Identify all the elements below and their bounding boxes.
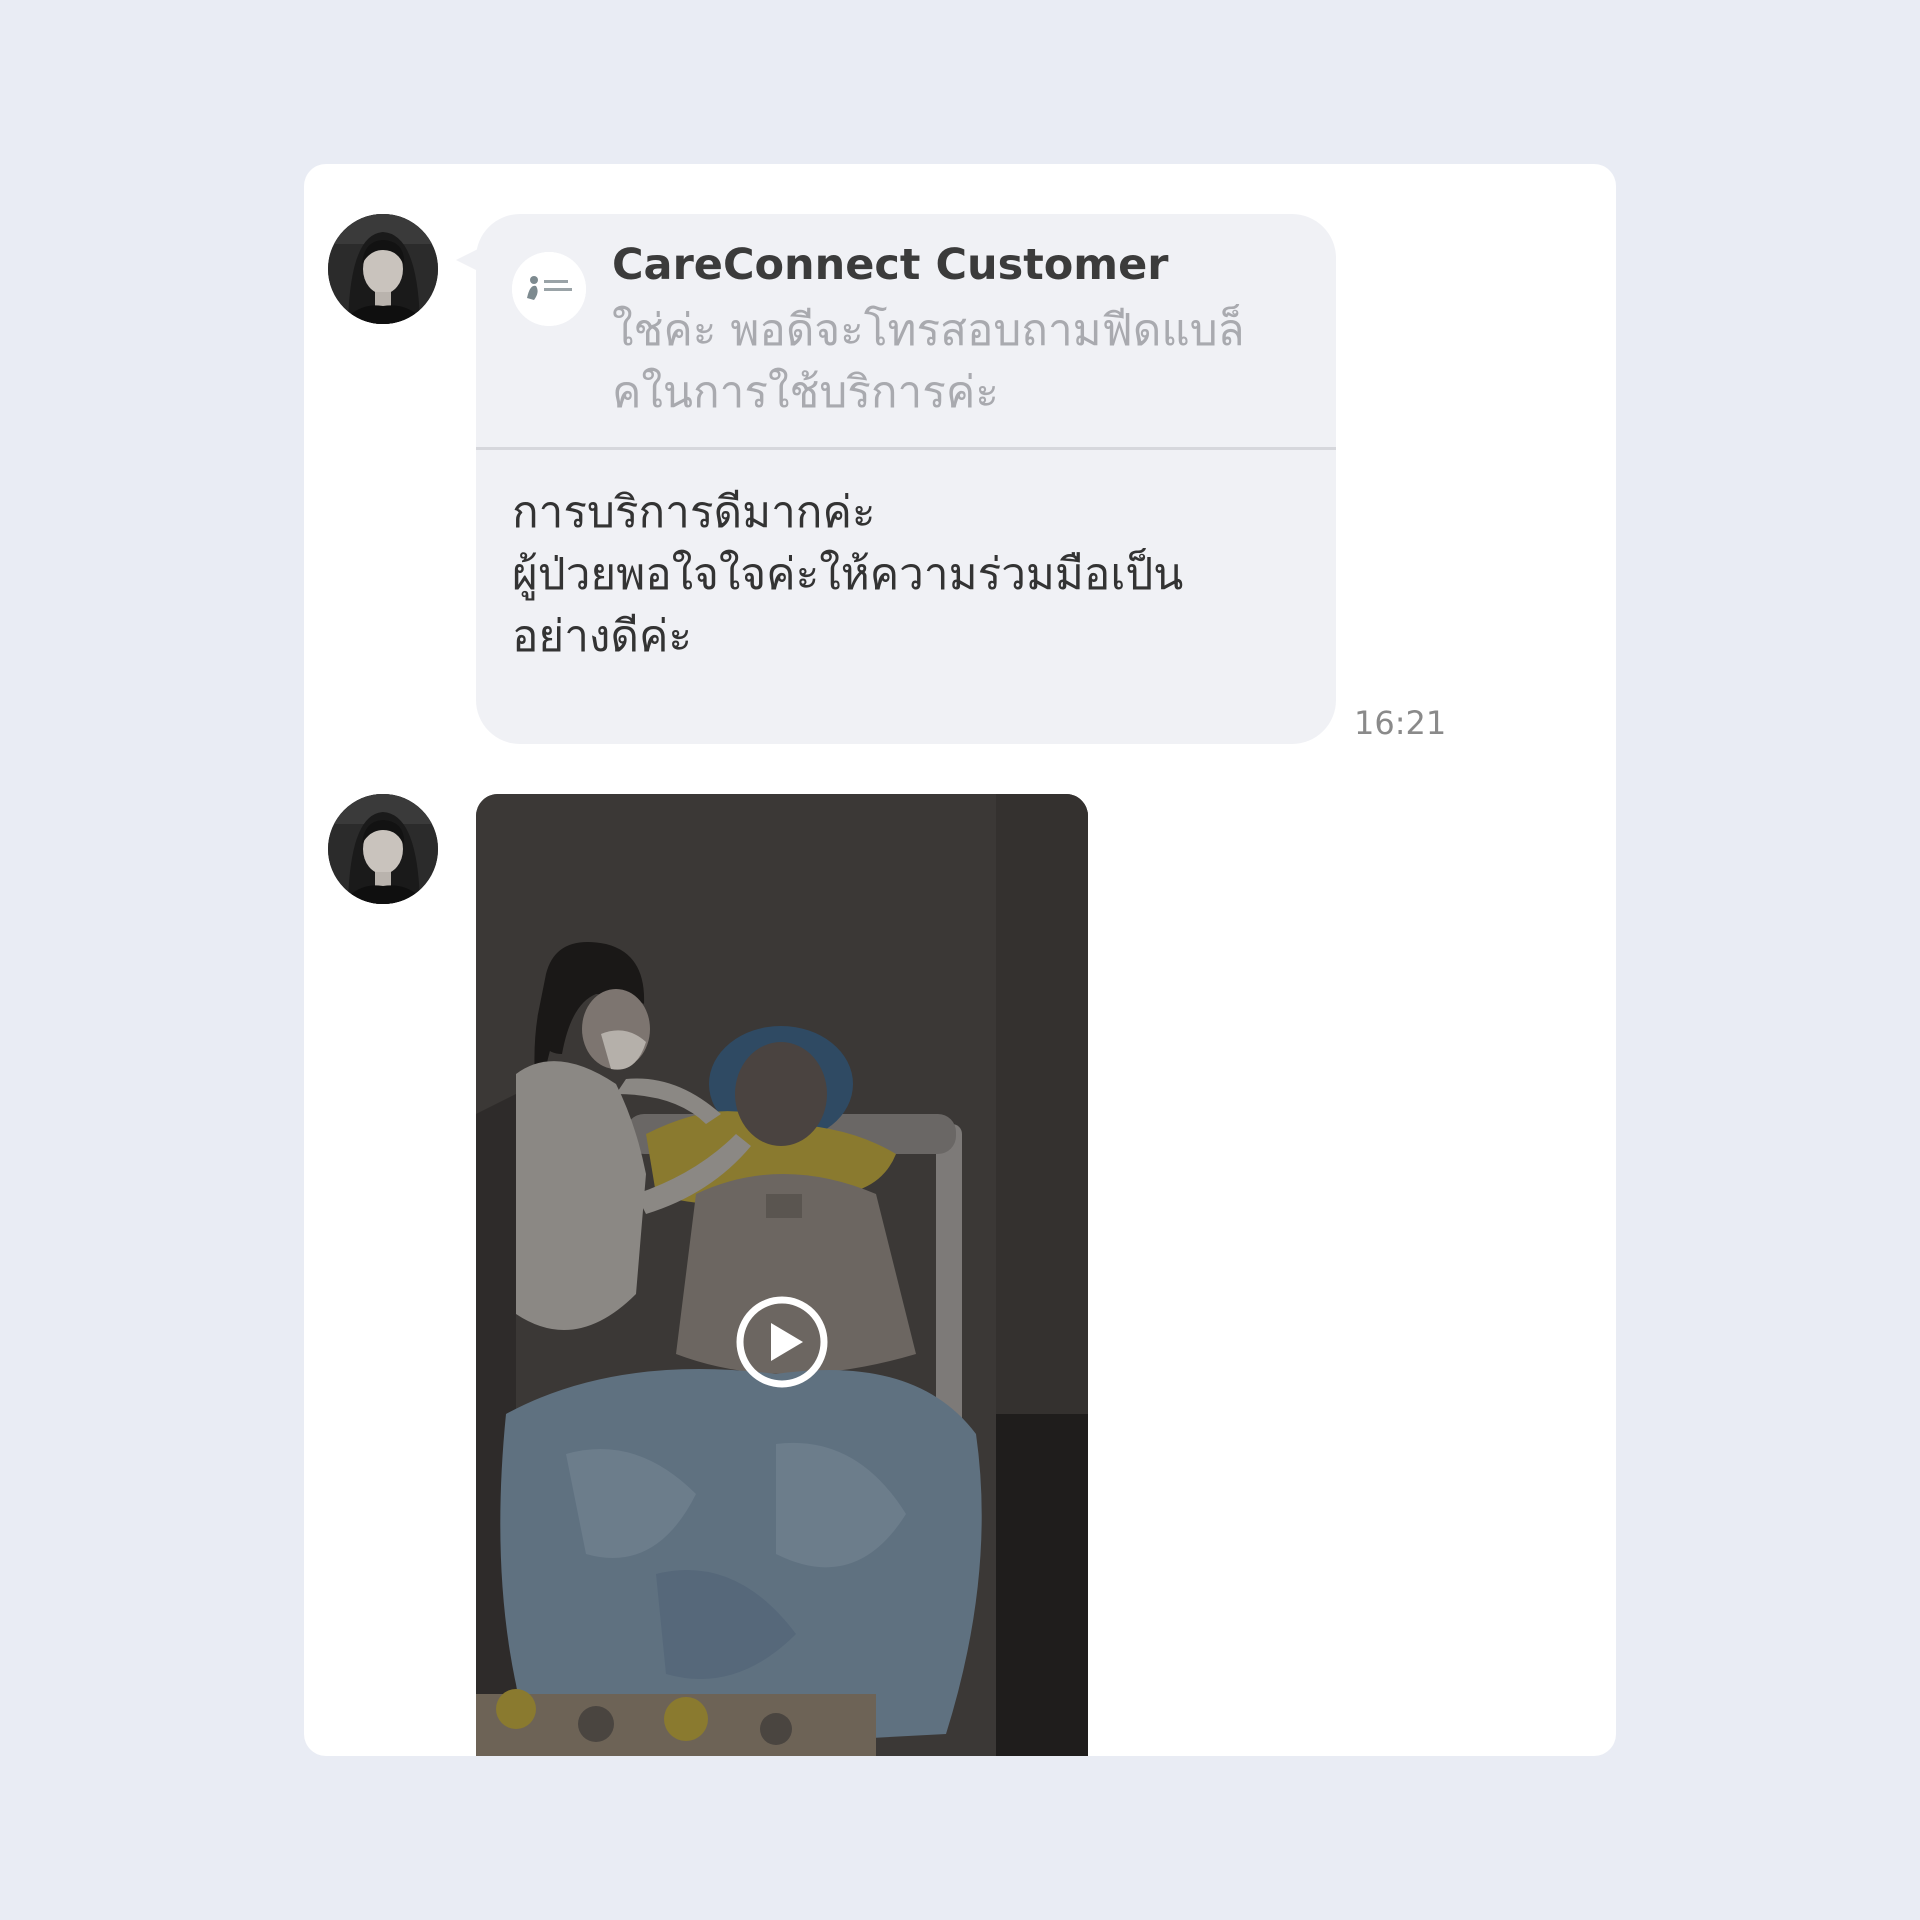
video-message[interactable]: [476, 794, 1088, 1756]
play-circle-icon[interactable]: [734, 1294, 830, 1390]
message-line: อย่างดีค่ะ: [512, 611, 693, 662]
quoted-line: คในการใช้บริการค่ะ: [612, 367, 999, 418]
quoted-line: ใช่ค่ะ พอดีจะโทรสอบถามฟีดแบล็: [612, 305, 1245, 356]
message-line: ผู้ป่วยพอใจใจค่ะให้ความร่วมมือเป็น: [512, 549, 1184, 600]
video-thumbnail: [476, 794, 1088, 1756]
sender-avatar[interactable]: [328, 794, 438, 904]
message-line: การบริการดีมากค่ะ: [512, 487, 876, 538]
message-bubble[interactable]: CareConnect Customer ใช่ค่ะ พอดีจะโทรสอบ…: [476, 214, 1336, 744]
avatar-photo: [328, 794, 438, 904]
message-text: การบริการดีมากค่ะ ผู้ป่วยพอใจใจค่ะให้ควา…: [512, 482, 1312, 668]
message-time: 16:21: [1354, 704, 1447, 742]
chat-panel: CareConnect Customer ใช่ค่ะ พอดีจะโทรสอบ…: [304, 164, 1616, 1756]
careconnect-logo-icon: [512, 252, 586, 326]
avatar-photo: [328, 214, 438, 324]
quoted-message: ใช่ค่ะ พอดีจะโทรสอบถามฟีดแบล็ คในการใช้บ…: [612, 300, 1312, 424]
reply-sender-name: CareConnect Customer: [612, 240, 1169, 290]
reply-divider: [476, 447, 1336, 450]
sender-avatar[interactable]: [328, 214, 438, 324]
